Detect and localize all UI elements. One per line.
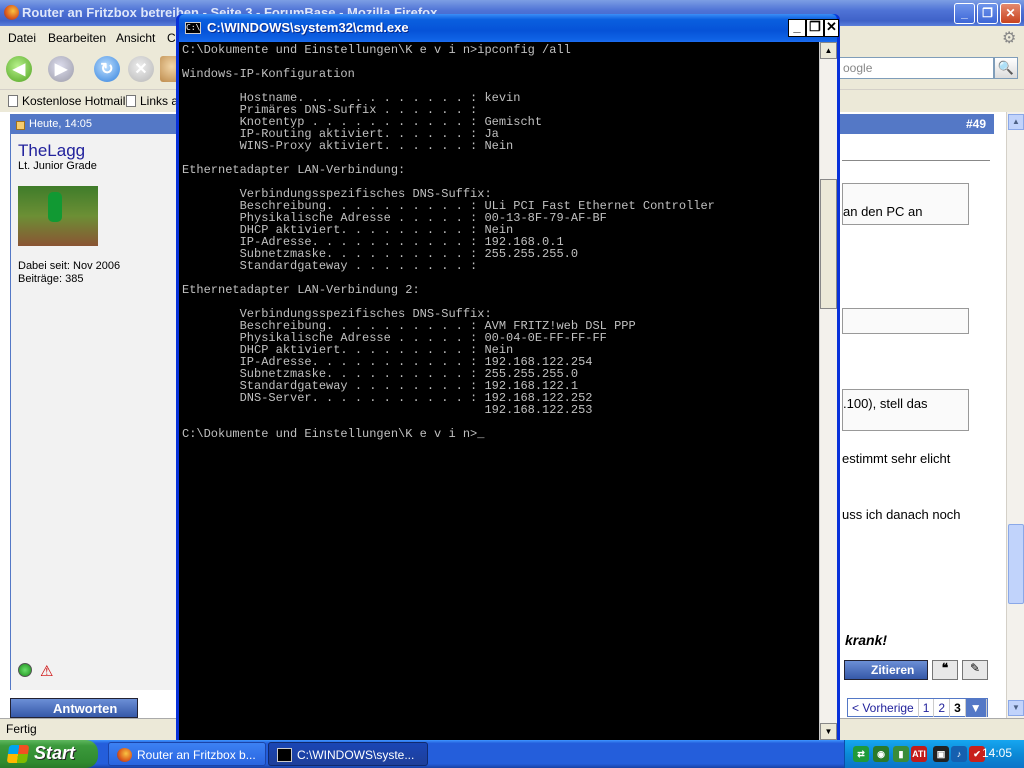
online-status-icon [18, 663, 32, 677]
arrow-right-icon: ▶ [54, 61, 68, 78]
page-link[interactable]: 1 [919, 699, 935, 717]
bookmark-hotmail[interactable]: Kostenlose Hotmail [8, 94, 125, 108]
menu-ansicht[interactable]: Ansicht [116, 31, 155, 45]
current-page: 3 [950, 699, 966, 717]
report-post-icon[interactable]: ⚠ [40, 662, 53, 680]
ati-icon[interactable]: ATI [911, 746, 927, 762]
scroll-down-icon[interactable]: ▼ [820, 723, 837, 740]
menu-bearbeiten[interactable]: Bearbeiten [48, 31, 106, 45]
username[interactable]: TheLagg [18, 141, 85, 161]
close-button[interactable]: ✕ [1000, 3, 1021, 24]
quote-box [842, 308, 969, 334]
quote-box: .100), stell das [842, 389, 969, 431]
scrollbar-thumb[interactable] [1008, 524, 1024, 604]
multiquote-icon[interactable]: ❝ [932, 660, 958, 680]
reload-button[interactable]: ↻ [94, 56, 120, 82]
taskbar-item-cmd[interactable]: C:\WINDOWS\syste... [268, 742, 428, 766]
start-button[interactable]: Start [0, 740, 98, 768]
bookmark-label: Links a [140, 94, 179, 108]
reply-button[interactable]: Antworten [10, 698, 138, 718]
bookmark-label: Kostenlose Hotmail [22, 94, 126, 108]
edit-icon[interactable]: ✎ [962, 660, 988, 680]
windows-logo-icon [6, 745, 30, 763]
page-scrollbar[interactable]: ▲ ▼ [1006, 112, 1024, 718]
network-icon[interactable]: ⇄ [853, 746, 869, 762]
post-text: uss ich danach noch [842, 507, 961, 522]
speaker-icon[interactable]: ♪ [951, 746, 967, 762]
forward-button[interactable]: ▶ [48, 56, 74, 82]
cmd-window: C:\ C:\WINDOWS\system32\cmd.exe _ ❐ ✕ C:… [176, 14, 840, 740]
avatar [18, 186, 98, 246]
firefox-icon [117, 748, 132, 762]
reload-icon: ↻ [100, 61, 114, 78]
arrow-left-icon: ◀ [12, 61, 26, 78]
join-date: Dabei seit: Nov 2006 [18, 260, 121, 272]
quote-button[interactable]: Zitieren [844, 660, 928, 680]
signature-text: krank! [845, 632, 888, 648]
scroll-up-icon[interactable]: ▲ [1008, 114, 1024, 130]
post-divider [842, 160, 990, 161]
maximize-button[interactable]: ❐ [806, 19, 824, 37]
taskbar-item-firefox[interactable]: Router an Fritzbox b... [108, 742, 266, 766]
console-scrollbar[interactable]: ▲ ▼ [819, 42, 837, 740]
close-button[interactable]: ✕ [824, 19, 839, 37]
chevron-down-icon[interactable]: ▼ [965, 699, 987, 717]
clock[interactable]: 14:05 [982, 746, 1012, 760]
taskbar-item-label: Router an Fritzbox b... [137, 748, 256, 762]
cmd-titlebar[interactable]: C:\ C:\WINDOWS\system32\cmd.exe _ ❐ ✕ [179, 14, 839, 42]
eye-icon[interactable]: ◉ [873, 746, 889, 762]
console-icon [277, 748, 292, 762]
menu-datei[interactable]: Datei [8, 31, 36, 45]
quote-box: an den PC an [842, 183, 969, 225]
search-icon[interactable]: 🔍 [994, 57, 1018, 79]
console-area[interactable]: C:\Dokumente und Einstellungen\K e v i n… [179, 42, 819, 740]
scroll-down-icon[interactable]: ▼ [1008, 700, 1024, 716]
start-label: Start [34, 743, 76, 763]
post-number[interactable]: #49 [966, 117, 986, 131]
scrollbar-thumb[interactable] [820, 179, 837, 309]
usb-icon[interactable]: ▮ [893, 746, 909, 762]
taskbar: Start Router an Fritzbox b... C:\WINDOWS… [0, 740, 1024, 768]
minimize-button[interactable]: _ [788, 19, 806, 37]
taskbar-item-label: C:\WINDOWS\syste... [297, 748, 415, 762]
menu-chronik[interactable]: C [167, 31, 176, 45]
monitor-icon[interactable]: ▣ [933, 746, 949, 762]
cmd-window-title: C:\WINDOWS\system32\cmd.exe [207, 20, 409, 35]
post-text: estimmt sehr elicht [842, 451, 951, 466]
pagination: < Vorherige 1 2 3 ▼ [847, 698, 988, 717]
post-date: Heute, 14:05 [29, 118, 92, 130]
firefox-icon [4, 5, 19, 20]
search-input[interactable]: oogle [838, 57, 994, 79]
page-link[interactable]: 2 [934, 699, 951, 717]
gear-icon[interactable]: ⚙ [1002, 28, 1016, 48]
minimize-button[interactable]: _ [954, 3, 975, 24]
stop-button[interactable]: ✕ [128, 56, 154, 82]
post-icon [16, 121, 25, 130]
status-text: Fertig [6, 722, 37, 736]
user-rank: Lt. Junior Grade [18, 160, 97, 172]
page-icon [126, 95, 136, 107]
stop-icon: ✕ [134, 61, 148, 78]
scroll-up-icon[interactable]: ▲ [820, 42, 837, 59]
page-icon [8, 95, 18, 107]
maximize-button[interactable]: ❐ [977, 3, 998, 24]
console-icon: C:\ [185, 22, 201, 34]
back-button[interactable]: ◀ [6, 56, 32, 82]
console-output: C:\Dokumente und Einstellungen\K e v i n… [182, 43, 715, 441]
bookmark-links[interactable]: Links a [126, 94, 178, 108]
previous-page-link[interactable]: < Vorherige [848, 699, 919, 717]
post-count: Beiträge: 385 [18, 273, 84, 285]
